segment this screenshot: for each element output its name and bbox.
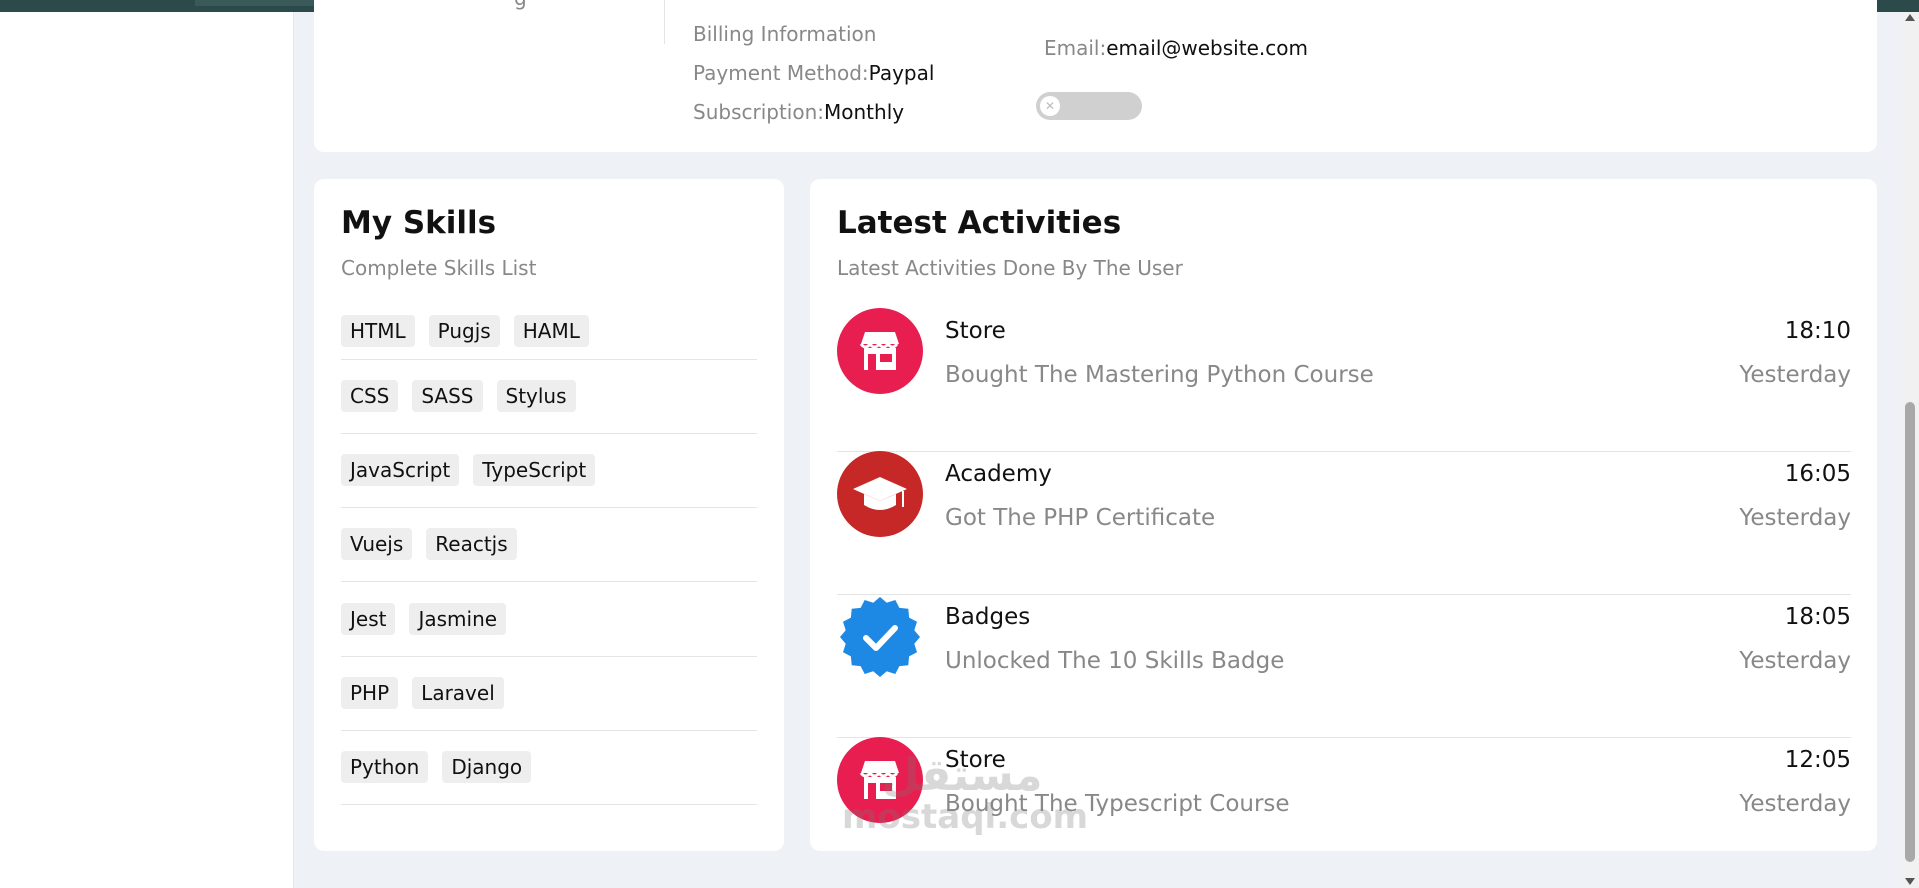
- skill-tag: Django: [442, 751, 532, 783]
- scroll-up-arrow-icon[interactable]: [1905, 14, 1915, 21]
- activity-time: 12:05: [1784, 747, 1851, 773]
- activity-name: Store: [945, 747, 1006, 773]
- skill-tag: CSS: [341, 380, 399, 412]
- skill-tag: Vuejs: [341, 528, 413, 561]
- subscription-value: Monthly: [824, 100, 905, 124]
- skill-tag: JavaScript: [341, 454, 460, 487]
- payment-method-value: Paypal: [868, 61, 935, 85]
- skill-tag: Stylus: [496, 380, 576, 412]
- skill-tag: PHP: [341, 676, 399, 709]
- skill-row: PHP Laravel: [341, 656, 757, 731]
- email-label: Email:: [1044, 36, 1107, 60]
- activity-time: 16:05: [1784, 461, 1851, 487]
- activities-card: Latest Activities Latest Activities Done…: [810, 179, 1877, 851]
- skill-tag: TypeScript: [473, 454, 596, 487]
- skill-tag: Pugjs: [428, 315, 500, 347]
- activity-item: Badges Unlocked The 10 Skills Badge 18:05 Y…: [837, 594, 1851, 738]
- scrollbar-thumb[interactable]: [1905, 402, 1915, 862]
- activity-day: Yesterday: [1739, 362, 1851, 388]
- skills-subtitle: Complete Skills List: [341, 256, 537, 280]
- payment-method-line: Payment Method:Paypal: [693, 61, 934, 85]
- toggle-switch[interactable]: ✕: [1036, 92, 1142, 120]
- subscription-label: Subscription:: [693, 100, 825, 124]
- skill-row: Python Django: [341, 730, 757, 805]
- close-icon: ✕: [1040, 96, 1060, 116]
- store-icon: [837, 737, 923, 823]
- billing-card: g Billing Information Payment Method:Pay…: [314, 0, 1877, 152]
- skill-tag: SASS: [412, 380, 483, 412]
- activities-subtitle: Latest Activities Done By The User: [837, 256, 1183, 280]
- activity-description: Bought The Mastering Python Course: [945, 362, 1374, 388]
- activity-name: Store: [945, 318, 1006, 344]
- skill-tag: Jasmine: [409, 602, 507, 635]
- skill-row: CSS SASS Stylus: [341, 359, 757, 434]
- skill-tag: Reactjs: [426, 528, 517, 561]
- skills-card: My Skills Complete Skills List HTML Pugjs…: [314, 179, 784, 851]
- skill-tag: Python: [341, 751, 429, 783]
- activity-description: Unlocked The 10 Skills Badge: [945, 648, 1285, 674]
- vertical-divider: [664, 0, 665, 44]
- activity-item: Store Bought The Typescript Course 12:05 Ye…: [837, 737, 1851, 880]
- skill-row: Jest Jasmine: [341, 582, 757, 657]
- skill-row: HTML Pugjs HAML: [341, 303, 757, 360]
- skill-row: JavaScript TypeScript: [341, 433, 757, 509]
- activity-description: Bought The Typescript Course: [945, 791, 1290, 817]
- cut-off-text: g: [514, 0, 527, 10]
- activity-time: 18:10: [1784, 318, 1851, 344]
- scroll-down-arrow-icon[interactable]: [1905, 878, 1915, 885]
- skill-tag: Laravel: [412, 676, 504, 709]
- store-icon: [837, 308, 923, 394]
- activity-description: Got The PHP Certificate: [945, 505, 1216, 531]
- scrollbar[interactable]: [1901, 12, 1919, 888]
- activity-name: Academy: [945, 461, 1052, 487]
- sidebar: [0, 12, 294, 888]
- graduation-cap-icon: [837, 451, 923, 537]
- skill-row: Vuejs Reactjs: [341, 507, 757, 583]
- email-line: Email:email@website.com: [1044, 36, 1308, 60]
- activity-time: 18:05: [1784, 604, 1851, 630]
- subscription-line: Subscription:Monthly: [693, 100, 904, 124]
- billing-heading: Billing Information: [693, 22, 877, 46]
- activity-name: Badges: [945, 604, 1031, 630]
- skill-tag: Jest: [341, 602, 396, 635]
- activity-item: Academy Got The PHP Certificate 16:05 Yeste…: [837, 451, 1851, 595]
- skills-title: My Skills: [341, 205, 497, 241]
- email-value: email@website.com: [1106, 36, 1308, 60]
- activity-day: Yesterday: [1739, 648, 1851, 674]
- skill-tag: HTML: [341, 315, 415, 347]
- skill-tag: HAML: [513, 315, 589, 347]
- activity-day: Yesterday: [1739, 505, 1851, 531]
- verified-badge-icon: [837, 594, 923, 680]
- payment-method-label: Payment Method:: [693, 61, 869, 85]
- activities-title: Latest Activities: [837, 205, 1122, 241]
- activity-item: Store Bought The Mastering Python Course 1…: [837, 308, 1851, 452]
- activity-day: Yesterday: [1739, 791, 1851, 817]
